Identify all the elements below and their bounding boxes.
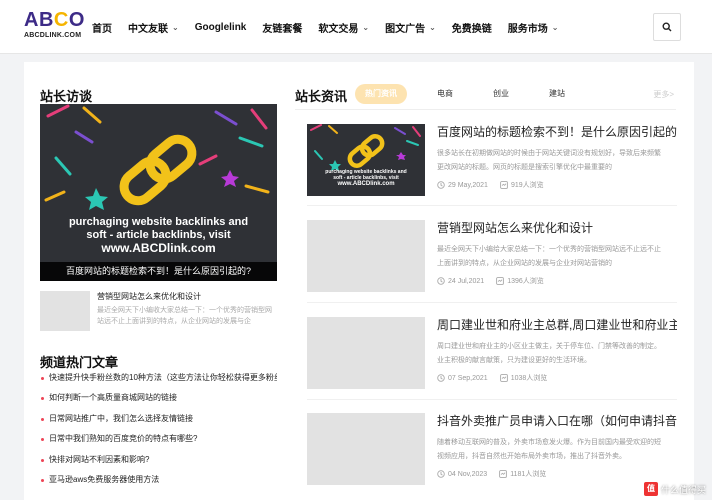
news-section-title: 站长资讯: [295, 89, 348, 104]
more-link[interactable]: 更多>: [653, 89, 674, 100]
chevron-down-icon: ⌄: [362, 22, 370, 32]
logo-wordmark: ABCO: [24, 9, 85, 31]
clock-icon: [437, 277, 445, 285]
chevron-down-icon: ⌄: [172, 22, 179, 32]
tab-hot-news[interactable]: 热门资讯: [355, 84, 407, 104]
site-logo[interactable]: ABCO ABCDLINK.COM: [24, 9, 86, 45]
interview-section-title: 站长访谈: [40, 89, 93, 104]
nav-label: 图文广告: [385, 23, 426, 35]
nav-item-image-ads[interactable]: 图文广告 ⌄: [377, 0, 444, 54]
hot-article-item[interactable]: 快排对网站不利因素和影响?: [40, 450, 277, 470]
news-tabs: 热门资讯 电商 创业 建站: [355, 83, 595, 105]
article-date: 24 Jul,2021: [448, 277, 485, 285]
hero-caption[interactable]: 百度网站的标题检索不到！是什么原因引起的?: [40, 262, 277, 281]
views-icon: [500, 181, 508, 189]
article-item[interactable]: 抖音外卖推广员申请入口在哪（如何申请抖音外卖推广员） 随着移动互联网的普及，外卖…: [307, 413, 677, 497]
hot-articles-list: 快速提升快手粉丝数的10种方法（这些方法让你轻松获得更多粉丝） 如何判断一个高质…: [40, 368, 277, 490]
article-desc: 周口建业世和府业主的小区业主做主，关于停车位、门禁等改善的制定。业主积极的献言献…: [437, 343, 661, 364]
hot-article-item[interactable]: 快速提升快手粉丝数的10种方法（这些方法让你轻松获得更多粉丝）: [40, 368, 277, 388]
nav-label: 中文友联: [128, 23, 168, 35]
article-title[interactable]: 百度网站的标题检索不到！是什么原因引起的?: [437, 124, 677, 140]
nav-label: 首页: [92, 23, 112, 35]
clock-icon: [437, 374, 445, 382]
side-article-thumbnail[interactable]: [40, 291, 90, 331]
watermark: 值 什么值得买: [643, 482, 706, 496]
side-article-item[interactable]: 营销型网站怎么来优化和设计 最近全网天下小编收大家总结一下：一个优秀的营销型网站…: [40, 291, 277, 331]
clock-icon: [437, 181, 445, 189]
article-title[interactable]: 营销型网站怎么来优化和设计: [437, 220, 677, 236]
chevron-down-icon: ⌄: [429, 22, 436, 32]
article-item[interactable]: purchaging website backlinks and soft - …: [307, 124, 677, 208]
smzdm-logo-icon: 值: [643, 482, 658, 496]
article-views: 1181人浏览: [510, 471, 547, 478]
hero-image-text: www.ABCDlink.com: [101, 241, 216, 255]
hot-article-item[interactable]: 日常网站推广中，我们怎么选择友情链接: [40, 409, 277, 429]
tab-site-building[interactable]: 建站: [539, 84, 575, 104]
tab-startup[interactable]: 创业: [483, 84, 519, 104]
hot-article-item[interactable]: 亚马逊aws免费服务器使用方法: [40, 470, 277, 490]
article-thumbnail[interactable]: purchaging website backlinks and soft - …: [307, 124, 425, 196]
chevron-down-icon: ⌄: [551, 22, 559, 32]
article-item[interactable]: 周口建业世和府业主总群,周口建业世和府业主群 周口建业世和府业主的小区业主做主，…: [307, 317, 677, 401]
hero-banner[interactable]: purchaging website backlinks and soft - …: [40, 104, 277, 281]
nav-label: Googlelink: [194, 21, 247, 33]
nav-label: 友链套餐: [262, 23, 303, 35]
site-header: ABCO ABCDLINK.COM 首页 中文友联 ⌄ Googlelink 友链…: [0, 0, 712, 54]
hero-image-text: purchaging website backlinks and: [68, 216, 249, 228]
watermark-text: 什么值得买: [660, 484, 706, 495]
article-thumbnail[interactable]: [307, 413, 425, 485]
article-date: 04 Nov,2023: [448, 470, 488, 478]
article-meta: 07 Sep,2021 1038人浏览: [437, 373, 559, 383]
article-desc: 随着移动互联网的普及，外卖市场愈发火爆。作为目前国内最受欢迎的短视频应用，抖音自…: [437, 439, 661, 460]
article-meta: 04 Nov,2023 1181人浏览: [437, 469, 558, 479]
nav-item-home[interactable]: 首页: [84, 0, 120, 54]
article-desc: 很多站长在初期做网站的时候由于网站关键词没有规划好，导致后来频繁更改网站的标题。…: [437, 150, 661, 171]
nav-label: 免费换链: [451, 23, 492, 35]
search-button[interactable]: [653, 13, 681, 41]
side-article-title[interactable]: 营销型网站怎么来优化和设计: [97, 291, 277, 302]
article-views: 1038人浏览: [510, 375, 548, 382]
divider: [295, 109, 676, 110]
side-article-desc: 最近全网天下小编收大家总结一下：一个优秀的营销型网站远不止上面讲到的特点，从企业…: [97, 307, 272, 325]
main-nav: 首页 中文友联 ⌄ Googlelink 友链套餐 软文交易 ⌄ 图文广告 ⌄ 免费换…: [84, 0, 566, 54]
thumb-image-text: www.ABCDlink.com: [337, 181, 395, 187]
article-views: 919人浏览: [510, 182, 544, 189]
nav-item-service-market[interactable]: 服务市场 ⌄: [500, 0, 567, 54]
hot-article-item[interactable]: 日常中我们熟知的百度竞价的特点有哪些?: [40, 429, 277, 449]
nav-label: 软文交易: [318, 23, 359, 35]
views-icon: [499, 470, 508, 478]
nav-label: 服务市场: [507, 23, 548, 35]
article-views: 1396人浏览: [507, 278, 544, 285]
clock-icon: [437, 470, 445, 478]
article-date: 07 Sep,2021: [448, 374, 488, 382]
divider: [307, 302, 677, 303]
article-title[interactable]: 抖音外卖推广员申请入口在哪（如何申请抖音外卖推广员）: [437, 413, 677, 429]
nav-item-googlelink[interactable]: Googlelink: [187, 0, 255, 54]
tab-ecommerce[interactable]: 电商: [427, 84, 463, 104]
divider: [307, 205, 677, 206]
content-container: 站长访谈 purchaging website backlinks and so…: [24, 62, 694, 500]
article-thumbnail[interactable]: [307, 220, 425, 292]
search-icon: [662, 22, 672, 32]
article-date: 29 May,2021: [448, 181, 488, 189]
nav-item-free-exchange[interactable]: 免费换链: [444, 0, 500, 54]
nav-item-link-packages[interactable]: 友链套餐: [254, 0, 310, 54]
views-icon: [496, 277, 505, 285]
hot-article-item[interactable]: 如何判断一个高质量商城网站的链接: [40, 388, 277, 408]
article-title[interactable]: 周口建业世和府业主总群,周口建业世和府业主群: [437, 317, 677, 333]
views-icon: [499, 374, 508, 382]
article-desc: 最近全网天下小编给大家总结一下：一个优秀的营销型网站远不止远不止上面讲到的特点，…: [437, 246, 661, 267]
nav-item-soft-article[interactable]: 软文交易 ⌄: [310, 0, 377, 54]
article-meta: 29 May,2021 919人浏览: [437, 180, 556, 190]
article-meta: 24 Jul,2021 1396人浏览: [437, 276, 556, 286]
nav-item-chinese-links[interactable]: 中文友联 ⌄: [120, 0, 187, 54]
article-thumbnail[interactable]: [307, 317, 425, 389]
article-item[interactable]: 营销型网站怎么来优化和设计 最近全网天下小编给大家总结一下：一个优秀的营销型网站…: [307, 220, 677, 304]
divider: [307, 399, 677, 400]
logo-subtitle: ABCDLINK.COM: [24, 32, 82, 39]
